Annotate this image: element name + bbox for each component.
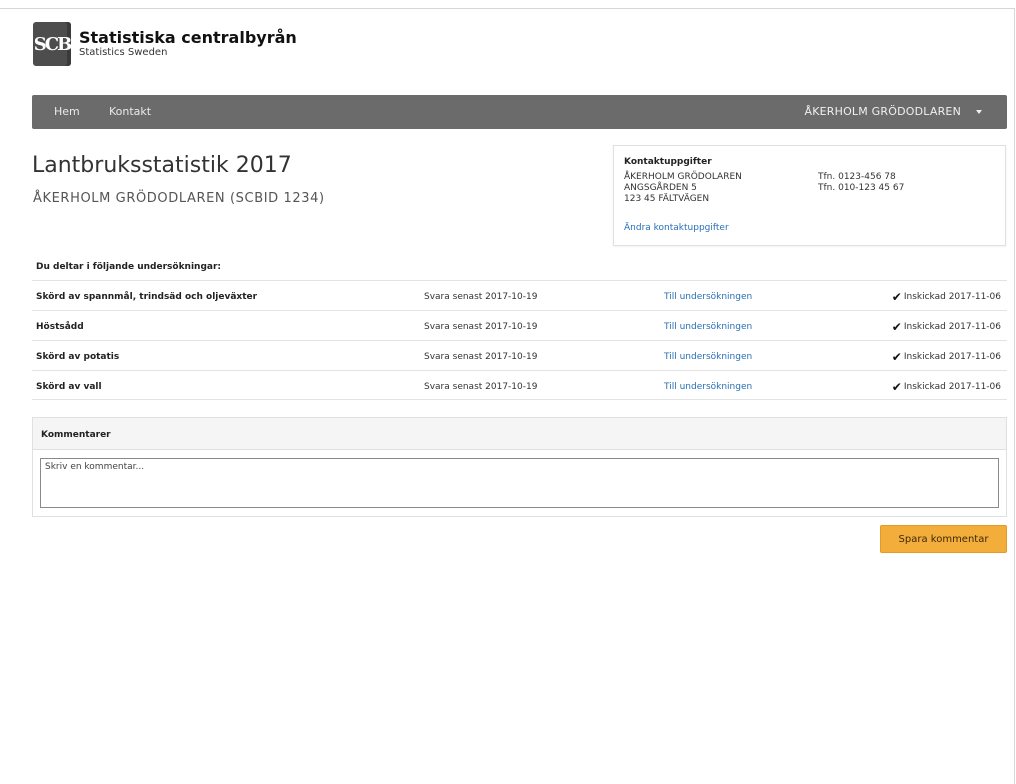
contact-address: ÅKERHOLM GRÖDOLAREN ANGSGÅRDEN 5 123 45 … <box>624 172 742 205</box>
contact-name: ÅKERHOLM GRÖDOLAREN <box>624 172 742 182</box>
nav-item-hem[interactable]: Hem <box>54 105 80 118</box>
logo-text: Statistiska centralbyrån Statistics Swed… <box>79 30 297 58</box>
contact-phone-1: Tfn. 0123-456 78 <box>818 172 896 182</box>
nav-item-kontakt[interactable]: Kontakt <box>109 105 151 118</box>
survey-name: Skörd av vall <box>36 382 102 392</box>
logo-subtitle: Statistics Sweden <box>79 47 168 58</box>
page-subtitle: ÅKERHOLM GRÖDODLAREN (SCBID 1234) <box>33 191 325 206</box>
contact-heading: Kontaktuppgifter <box>624 157 712 167</box>
top-navbar: Hem Kontakt ÅKERHOLM GRÖDODLAREN <box>32 95 1007 129</box>
survey-deadline: Svara senast 2017-10-19 <box>424 352 538 362</box>
check-icon: ✔ <box>891 350 902 364</box>
survey-row: Skörd av spannmål, trindsäd och oljeväxt… <box>32 280 1007 310</box>
scb-logo[interactable]: SCB Statistiska centralbyrån Statistics … <box>33 22 297 66</box>
survey-status-text: Inskickad 2017-11-06 <box>903 322 1001 332</box>
contact-address-line1: ANGSGÅRDEN 5 <box>624 183 697 193</box>
survey-name: Skörd av potatis <box>36 352 120 362</box>
survey-status: ✔ Inskickad 2017-11-06 <box>892 351 1001 363</box>
survey-deadline: Svara senast 2017-10-19 <box>424 322 538 332</box>
surveys-heading: Du deltar i följande undersökningar: <box>36 262 222 272</box>
survey-status-text: Inskickad 2017-11-06 <box>903 382 1001 392</box>
comments-panel: Kommentarer <box>32 417 1007 517</box>
comment-input[interactable] <box>40 458 999 508</box>
contact-info-box: Kontaktuppgifter ÅKERHOLM GRÖDOLAREN ANG… <box>613 145 1006 246</box>
survey-list: Skörd av spannmål, trindsäd och oljeväxt… <box>32 280 1007 400</box>
open-survey-link[interactable]: Till undersökningen <box>664 322 752 332</box>
survey-name: Skörd av spannmål, trindsäd och oljeväxt… <box>36 292 258 302</box>
survey-deadline: Svara senast 2017-10-19 <box>424 292 538 302</box>
survey-status-text: Inskickad 2017-11-06 <box>903 292 1001 302</box>
survey-status: ✔ Inskickad 2017-11-06 <box>892 291 1001 303</box>
survey-deadline: Svara senast 2017-10-19 <box>424 382 538 392</box>
survey-name: Höstsådd <box>36 322 84 332</box>
comments-heading: Kommentarer <box>33 418 1006 450</box>
survey-row: Skörd av vall Svara senast 2017-10-19 Ti… <box>32 370 1007 400</box>
check-icon: ✔ <box>891 320 902 334</box>
survey-status-text: Inskickad 2017-11-06 <box>903 352 1001 362</box>
contact-address-line2: 123 45 FÄLTVÄGEN <box>624 194 710 204</box>
save-comment-button[interactable]: Spara kommentar <box>880 525 1007 553</box>
survey-row: Höstsådd Svara senast 2017-10-19 Till un… <box>32 310 1007 340</box>
caret-down-icon[interactable] <box>976 110 982 114</box>
contact-phone-2: Tfn. 010-123 45 67 <box>818 183 905 193</box>
survey-status: ✔ Inskickad 2017-11-06 <box>892 321 1001 333</box>
survey-status: ✔ Inskickad 2017-11-06 <box>892 381 1001 393</box>
survey-row: Skörd av potatis Svara senast 2017-10-19… <box>32 340 1007 370</box>
open-survey-link[interactable]: Till undersökningen <box>664 382 752 392</box>
logo-title: Statistiska centralbyrån <box>79 28 297 47</box>
user-menu[interactable]: ÅKERHOLM GRÖDODLAREN <box>804 105 961 118</box>
open-survey-link[interactable]: Till undersökningen <box>664 292 752 302</box>
page-title: Lantbruksstatistik 2017 <box>32 153 292 178</box>
open-survey-link[interactable]: Till undersökningen <box>664 352 752 362</box>
check-icon: ✔ <box>891 290 902 304</box>
check-icon: ✔ <box>891 380 902 394</box>
contact-phones: Tfn. 0123-456 78 Tfn. 010-123 45 67 <box>818 172 904 194</box>
edit-contact-link[interactable]: Ändra kontaktuppgifter <box>624 223 729 233</box>
scb-logo-mark: SCB <box>33 22 72 66</box>
